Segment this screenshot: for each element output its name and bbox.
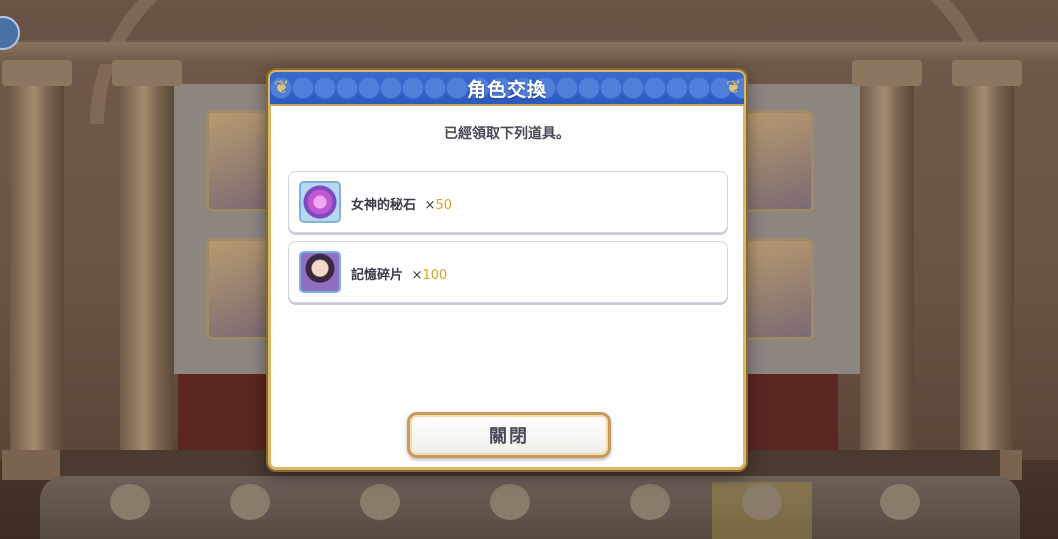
reward-dialog: ❦ 角色交換 ❦ 已經領取下列道具。 女神的秘石 ×50 記憶碎片 ×100 關… (268, 70, 746, 470)
ornament-left-icon: ❦ (274, 77, 290, 98)
reward-item-quantity: 50 (435, 198, 452, 213)
background-pillar (852, 60, 922, 480)
background-pillar (952, 60, 1022, 480)
reward-item-text: 女神的秘石 ×50 (351, 194, 452, 213)
reward-item-quantity: 100 (422, 268, 448, 283)
guild-icon (630, 484, 670, 520)
nav-tab-home[interactable] (80, 482, 180, 539)
reward-item-row: 記憶碎片 ×100 (288, 241, 728, 303)
bottom-navigation (40, 476, 1020, 539)
background-pillar (2, 60, 72, 480)
dialog-message: 已經領取下列道具。 (444, 126, 570, 142)
story-icon (360, 484, 400, 520)
nav-tab-story[interactable] (330, 482, 430, 539)
character-icon (230, 484, 270, 520)
reward-item-name: 女神的秘石 (351, 198, 417, 213)
top-title-bar (0, 14, 140, 50)
home-icon (110, 484, 150, 520)
nav-tab-menu[interactable] (850, 482, 950, 539)
ornament-right-icon: ❦ (726, 77, 742, 98)
reward-item-multiplier: × (424, 198, 436, 213)
menu-icon (880, 484, 920, 520)
gacha-icon (742, 484, 782, 520)
reward-item-text: 記憶碎片 ×100 (351, 264, 447, 283)
nav-tab-guild[interactable] (600, 482, 700, 539)
background-pillar (112, 60, 182, 480)
background-character-card (742, 110, 814, 212)
reward-item-multiplier: × (411, 268, 423, 283)
menu-circle-icon (0, 16, 20, 50)
dialog-header: ❦ 角色交換 ❦ (270, 72, 744, 106)
close-button-label: 關閉 (489, 426, 529, 447)
dialog-title: 角色交換 (466, 78, 547, 101)
background-character-card (742, 238, 814, 340)
nav-tab-adventure[interactable] (460, 482, 560, 539)
reward-item-name: 記憶碎片 (351, 268, 404, 283)
memory-piece-icon (299, 251, 341, 293)
reward-item-row: 女神的秘石 ×50 (288, 171, 728, 233)
nav-tab-gacha[interactable] (712, 482, 812, 539)
goddess-stone-icon (299, 181, 341, 223)
nav-tab-character[interactable] (200, 482, 300, 539)
close-button[interactable]: 關閉 (407, 412, 611, 458)
sword-icon (490, 484, 530, 520)
